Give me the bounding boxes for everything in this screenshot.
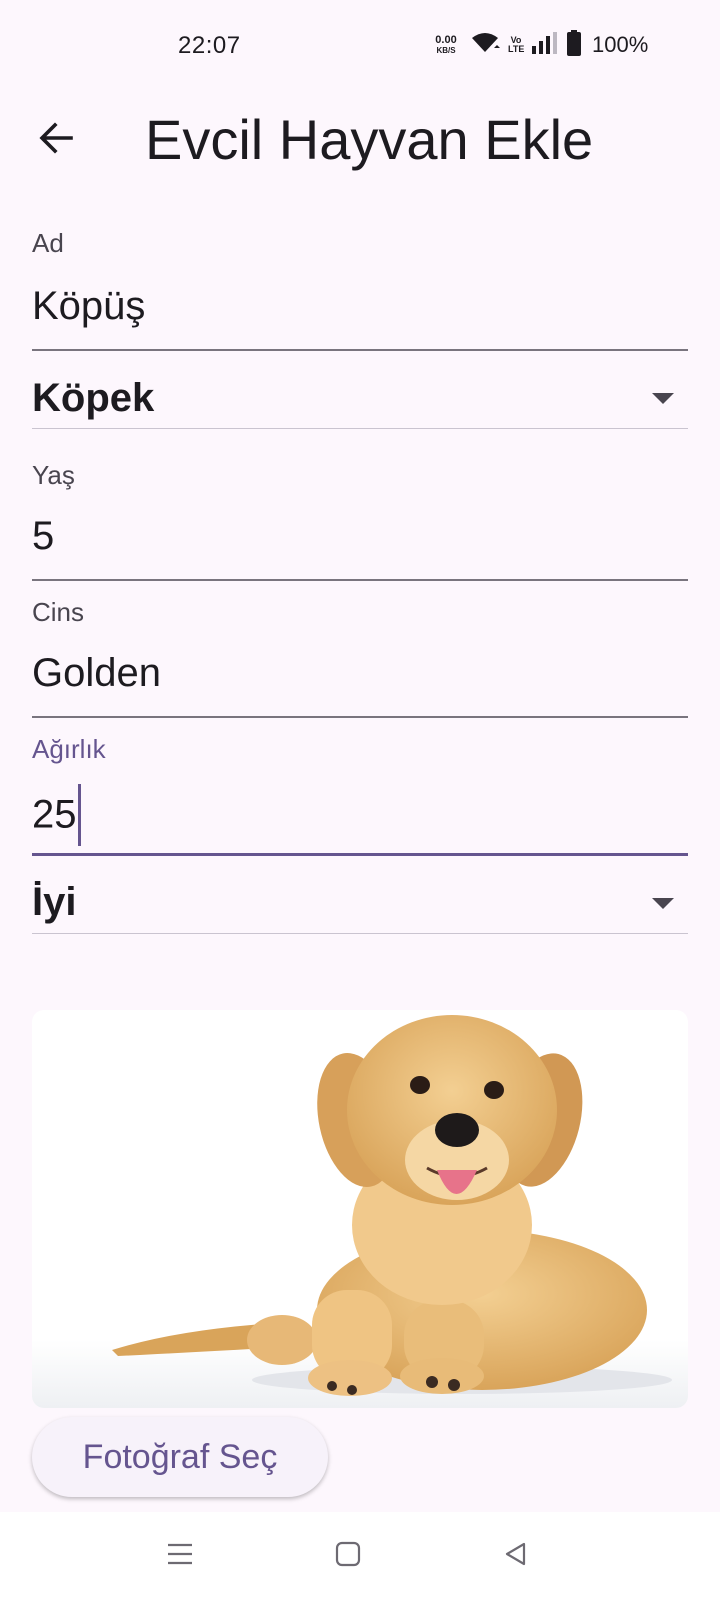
age-input[interactable]: 5 <box>32 514 54 559</box>
health-dropdown[interactable]: İyi <box>32 858 688 936</box>
home-button[interactable] <box>326 1534 370 1578</box>
name-input[interactable]: Köpüş <box>32 284 145 329</box>
breed-input[interactable]: Golden <box>32 651 161 696</box>
battery-icon <box>566 29 582 61</box>
age-underline <box>32 579 688 581</box>
system-nav-bar <box>0 1512 720 1600</box>
text-cursor <box>77 784 81 846</box>
status-bar: 22:07 0.00 KB/S Vo LTE 100% <box>0 0 720 96</box>
menu-icon <box>166 1542 194 1571</box>
network-speed-indicator: 0.00 KB/S <box>435 34 457 56</box>
app-bar: Evcil Hayvan Ekle <box>0 96 720 192</box>
species-dropdown[interactable]: Köpek <box>32 352 688 430</box>
wifi-icon <box>470 31 500 60</box>
signal-icon <box>532 31 558 59</box>
breed-field[interactable]: Cins Golden <box>32 593 688 719</box>
home-square-icon <box>334 1540 362 1573</box>
name-label: Ad <box>32 228 64 258</box>
pet-photo <box>32 1010 688 1408</box>
status-icons: 0.00 KB/S Vo LTE 100% <box>430 29 649 61</box>
golden-retriever-puppy-image <box>32 1015 688 1408</box>
species-selected: Köpek <box>32 376 155 420</box>
weight-input[interactable]: 25 <box>32 784 81 848</box>
weight-label: Ağırlık <box>32 734 106 764</box>
pick-photo-button[interactable]: Fotoğraf Seç <box>32 1417 328 1497</box>
system-back-button[interactable] <box>494 1534 538 1578</box>
page-title: Evcil Hayvan Ekle <box>145 108 594 171</box>
age-field[interactable]: Yaş 5 <box>32 456 688 582</box>
name-field[interactable]: Ad Köpüş <box>32 226 688 352</box>
health-selected: İyi <box>32 880 77 924</box>
breed-underline <box>32 716 688 718</box>
dropdown-arrow-icon <box>652 393 674 404</box>
breed-label: Cins <box>32 597 85 627</box>
battery-percent: 100% <box>592 32 649 57</box>
weight-field[interactable]: Ağırlık 25 <box>32 730 688 858</box>
weight-underline <box>32 853 688 856</box>
status-time: 22:07 <box>178 32 241 59</box>
arrow-left-icon <box>38 120 74 161</box>
volte-indicator: Vo LTE <box>508 35 525 54</box>
health-underline <box>32 933 688 934</box>
back-triangle-icon <box>502 1540 530 1573</box>
back-button[interactable] <box>24 108 88 172</box>
species-underline <box>32 428 688 429</box>
dropdown-arrow-icon <box>652 898 674 909</box>
weight-value: 25 <box>32 792 77 837</box>
age-label: Yaş <box>32 460 75 490</box>
recent-apps-button[interactable] <box>158 1534 202 1578</box>
name-underline <box>32 349 688 351</box>
